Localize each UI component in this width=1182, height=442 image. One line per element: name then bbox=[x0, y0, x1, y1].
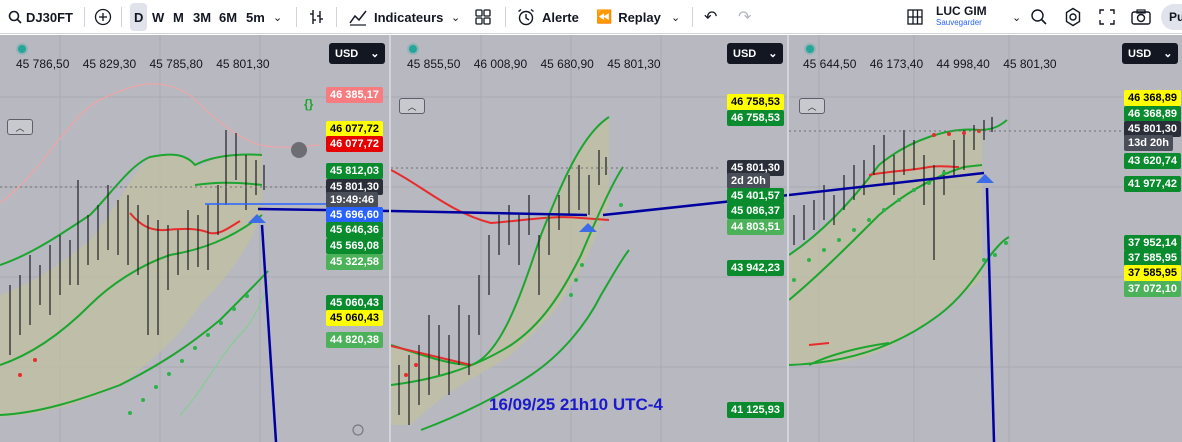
chart-pane-1[interactable]: {} 45 786,50 45 829,30 45 785,80 45 801,… bbox=[0, 35, 391, 442]
price-label: 2d 20h bbox=[727, 173, 770, 189]
chevron-down-icon: ⌄ bbox=[370, 48, 380, 60]
compare-symbol-button[interactable] bbox=[94, 0, 112, 34]
chevron-down-icon: ⌄ bbox=[768, 48, 778, 60]
svg-text:{}: {} bbox=[304, 97, 314, 111]
snapshot-button[interactable] bbox=[1130, 0, 1152, 34]
chart-layout: {} 45 786,50 45 829,30 45 785,80 45 801,… bbox=[0, 35, 1182, 442]
price-label: 46 385,17 bbox=[326, 87, 383, 103]
symbol-search[interactable]: DJ30FT bbox=[8, 0, 73, 34]
quick-search-button[interactable] bbox=[1030, 0, 1048, 34]
publish-button[interactable]: Pu bbox=[1161, 4, 1182, 30]
collapse-legend-button[interactable]: ︿ bbox=[399, 98, 425, 114]
price-label: 45 060,43 bbox=[326, 310, 383, 326]
bar-style-button[interactable] bbox=[308, 0, 324, 34]
price-label: 45 086,37 bbox=[727, 203, 784, 219]
price-label: 45 322,58 bbox=[326, 254, 383, 270]
fullscreen-icon bbox=[1099, 9, 1115, 25]
fullscreen-button[interactable] bbox=[1098, 0, 1116, 34]
bar-style-icon bbox=[310, 10, 323, 24]
layout-dropdown[interactable]: ⌄ bbox=[1012, 0, 1021, 34]
chevron-down-icon: ⌄ bbox=[273, 11, 283, 24]
timeframe-6m[interactable]: 6M bbox=[219, 0, 237, 34]
currency-select[interactable]: USD ⌄ bbox=[1122, 43, 1179, 64]
price-label: 37 072,10 bbox=[1124, 281, 1181, 297]
alert-button[interactable]: Alerte bbox=[516, 0, 579, 34]
chart-pane-2[interactable]: 45 855,50 46 008,90 45 680,90 45 801,30 … bbox=[391, 35, 789, 442]
layout-select-button[interactable] bbox=[906, 0, 924, 34]
chevron-up-icon: ︿ bbox=[807, 101, 817, 112]
collapse-legend-button[interactable]: ︿ bbox=[799, 98, 825, 114]
symbol-label: DJ30FT bbox=[26, 9, 73, 25]
timeframe-d[interactable]: D bbox=[130, 3, 148, 31]
market-status-icon bbox=[409, 45, 417, 53]
undo-button[interactable]: ↶ bbox=[704, 0, 717, 34]
timeframe-w[interactable]: W bbox=[152, 0, 164, 34]
chevron-up-icon: ︿ bbox=[15, 122, 25, 133]
price-label: 41 125,93 bbox=[727, 402, 784, 418]
price-label: 43 620,74 bbox=[1124, 153, 1181, 169]
price-label: 46 077,72 bbox=[326, 121, 383, 137]
market-status-icon bbox=[18, 45, 26, 53]
indicator-templates-button[interactable] bbox=[474, 0, 492, 34]
chevron-down-icon: ⌄ bbox=[1012, 11, 1022, 24]
gear-icon bbox=[1065, 7, 1081, 27]
currency-select[interactable]: USD ⌄ bbox=[727, 43, 784, 64]
price-label: 41 977,42 bbox=[1124, 176, 1181, 192]
redo-button[interactable]: ↷ bbox=[738, 0, 751, 34]
price-label: 46 077,72 bbox=[326, 136, 383, 152]
zoom-search-icon bbox=[1031, 9, 1047, 25]
price-label: 43 942,23 bbox=[727, 260, 784, 276]
price-label: 46 758,53 bbox=[727, 94, 784, 110]
chevron-down-icon: ⌄ bbox=[1163, 48, 1173, 60]
chevron-up-icon: ︿ bbox=[407, 101, 417, 112]
price-label: 44 820,38 bbox=[326, 332, 383, 348]
chevron-down-icon: ⌄ bbox=[451, 11, 461, 24]
chart-pane-3[interactable]: 45 644,50 46 173,40 44 998,40 45 801,30 … bbox=[789, 35, 1182, 442]
price-label: 46 368,89 bbox=[1124, 106, 1181, 122]
rewind-icon: ⏪ bbox=[596, 9, 613, 24]
replay-button[interactable]: ⏪ Replay bbox=[596, 0, 661, 34]
timeframe-5m[interactable]: 5m bbox=[246, 0, 265, 34]
search-icon bbox=[8, 10, 22, 24]
top-toolbar: DJ30FT D W M 3M 6M 5m ⌄ Indicateurs ⌄ Al… bbox=[0, 0, 1182, 34]
settings-button[interactable] bbox=[1063, 0, 1083, 34]
price-label: 45 060,43 bbox=[326, 295, 383, 311]
indicators-button[interactable]: Indicateurs bbox=[348, 0, 443, 34]
price-label: 45 401,57 bbox=[727, 188, 784, 204]
currency-select[interactable]: USD ⌄ bbox=[329, 43, 386, 64]
price-label: 19:49:46 bbox=[326, 192, 379, 208]
price-label: 46 758,53 bbox=[727, 110, 784, 126]
timeframe-m[interactable]: M bbox=[173, 0, 184, 34]
layout-name-button[interactable]: LUC GIM Sauvegarder bbox=[936, 0, 987, 34]
price-label: 37 952,14 bbox=[1124, 235, 1181, 251]
price-label: 37 585,95 bbox=[1124, 250, 1181, 266]
add-circle-icon bbox=[94, 8, 112, 26]
price-label: 45 569,08 bbox=[326, 238, 383, 254]
templates-grid-icon bbox=[475, 9, 491, 25]
price-label: 46 368,89 bbox=[1124, 90, 1181, 106]
price-label: 44 803,51 bbox=[727, 219, 784, 235]
chart-annotation: 16/09/25 21h10 UTC-4 bbox=[489, 395, 663, 414]
price-label: 45 812,03 bbox=[326, 163, 383, 179]
redo-icon: ↷ bbox=[738, 9, 752, 26]
timeframe-dropdown[interactable]: ⌄ bbox=[273, 0, 282, 34]
price-label: 13d 20h bbox=[1124, 135, 1173, 151]
alarm-clock-icon bbox=[518, 8, 534, 26]
indicators-dropdown[interactable]: ⌄ bbox=[451, 0, 460, 34]
ohlc-legend: 45 855,50 46 008,90 45 680,90 45 801,30 bbox=[407, 57, 661, 71]
ohlc-legend: 45 644,50 46 173,40 44 998,40 45 801,30 bbox=[803, 57, 1057, 71]
indicators-icon bbox=[349, 10, 367, 26]
ohlc-legend: 45 786,50 45 829,30 45 785,80 45 801,30 bbox=[16, 57, 270, 71]
price-label: 45 646,36 bbox=[326, 222, 383, 238]
timeframe-3m[interactable]: 3M bbox=[193, 0, 211, 34]
chevron-down-icon: ⌄ bbox=[671, 11, 681, 24]
replay-dropdown[interactable]: ⌄ bbox=[671, 0, 680, 34]
undo-icon: ↶ bbox=[704, 9, 718, 26]
collapse-legend-button[interactable]: ︿ bbox=[7, 119, 33, 135]
layout-grid-icon bbox=[907, 9, 923, 25]
camera-icon bbox=[1131, 9, 1151, 25]
market-status-icon bbox=[806, 45, 814, 53]
price-label: 37 585,95 bbox=[1124, 265, 1181, 281]
price-label: 45 696,60 bbox=[326, 207, 383, 223]
